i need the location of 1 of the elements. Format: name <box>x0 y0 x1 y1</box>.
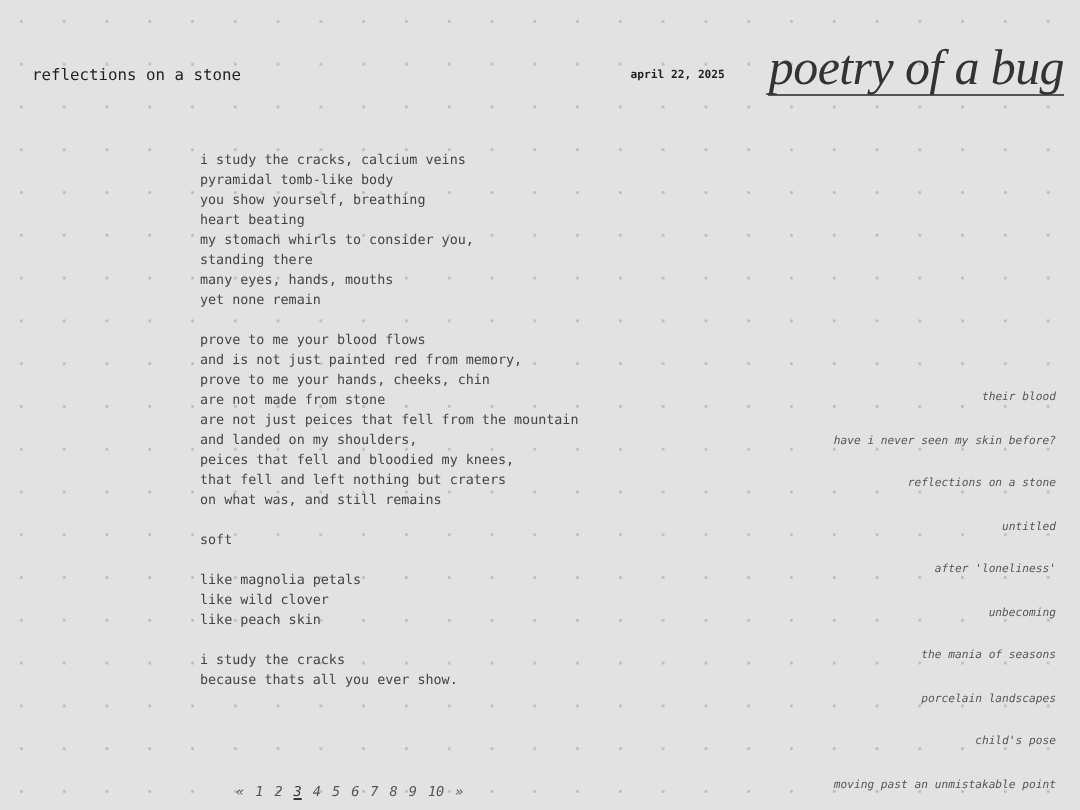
site-title[interactable]: poetry of a bug <box>768 44 1064 96</box>
